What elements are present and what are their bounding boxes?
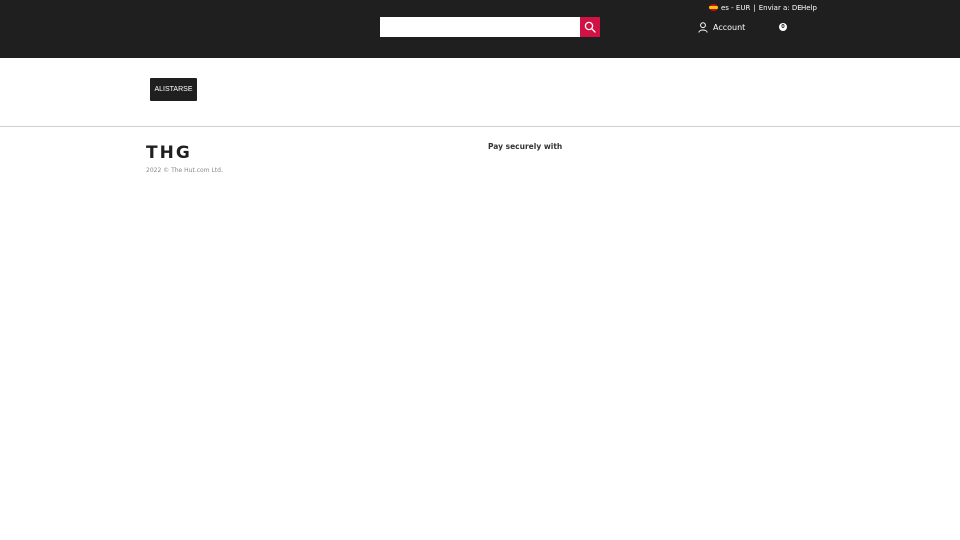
thg-logo[interactable]: THG	[146, 143, 192, 163]
spain-flag-icon[interactable]	[709, 4, 718, 11]
search-bar	[380, 17, 600, 37]
search-icon	[584, 21, 596, 33]
account-label: Account	[713, 22, 746, 32]
site-header: es - EUR | Enviar a: DE Help Account 0	[0, 0, 960, 58]
user-icon	[698, 21, 708, 33]
copyright-text: 2022 © The Hut.com Ltd.	[146, 167, 223, 174]
account-link[interactable]: Account	[698, 21, 745, 33]
locale-switcher[interactable]: es - EUR | Enviar a: DE	[721, 3, 802, 13]
footer-divider	[0, 126, 960, 127]
search-button[interactable]	[580, 17, 600, 37]
lang-currency[interactable]: es - EUR	[721, 4, 750, 12]
signup-button[interactable]: ALISTARSE	[150, 78, 197, 101]
help-link[interactable]: Help	[801, 3, 817, 13]
pay-securely-heading: Pay securely with	[488, 142, 563, 151]
ship-to[interactable]: Enviar a: DE	[759, 4, 802, 12]
search-input[interactable]	[380, 17, 580, 37]
locale-separator: |	[753, 4, 756, 12]
basket-count-badge[interactable]: 0	[779, 23, 787, 31]
